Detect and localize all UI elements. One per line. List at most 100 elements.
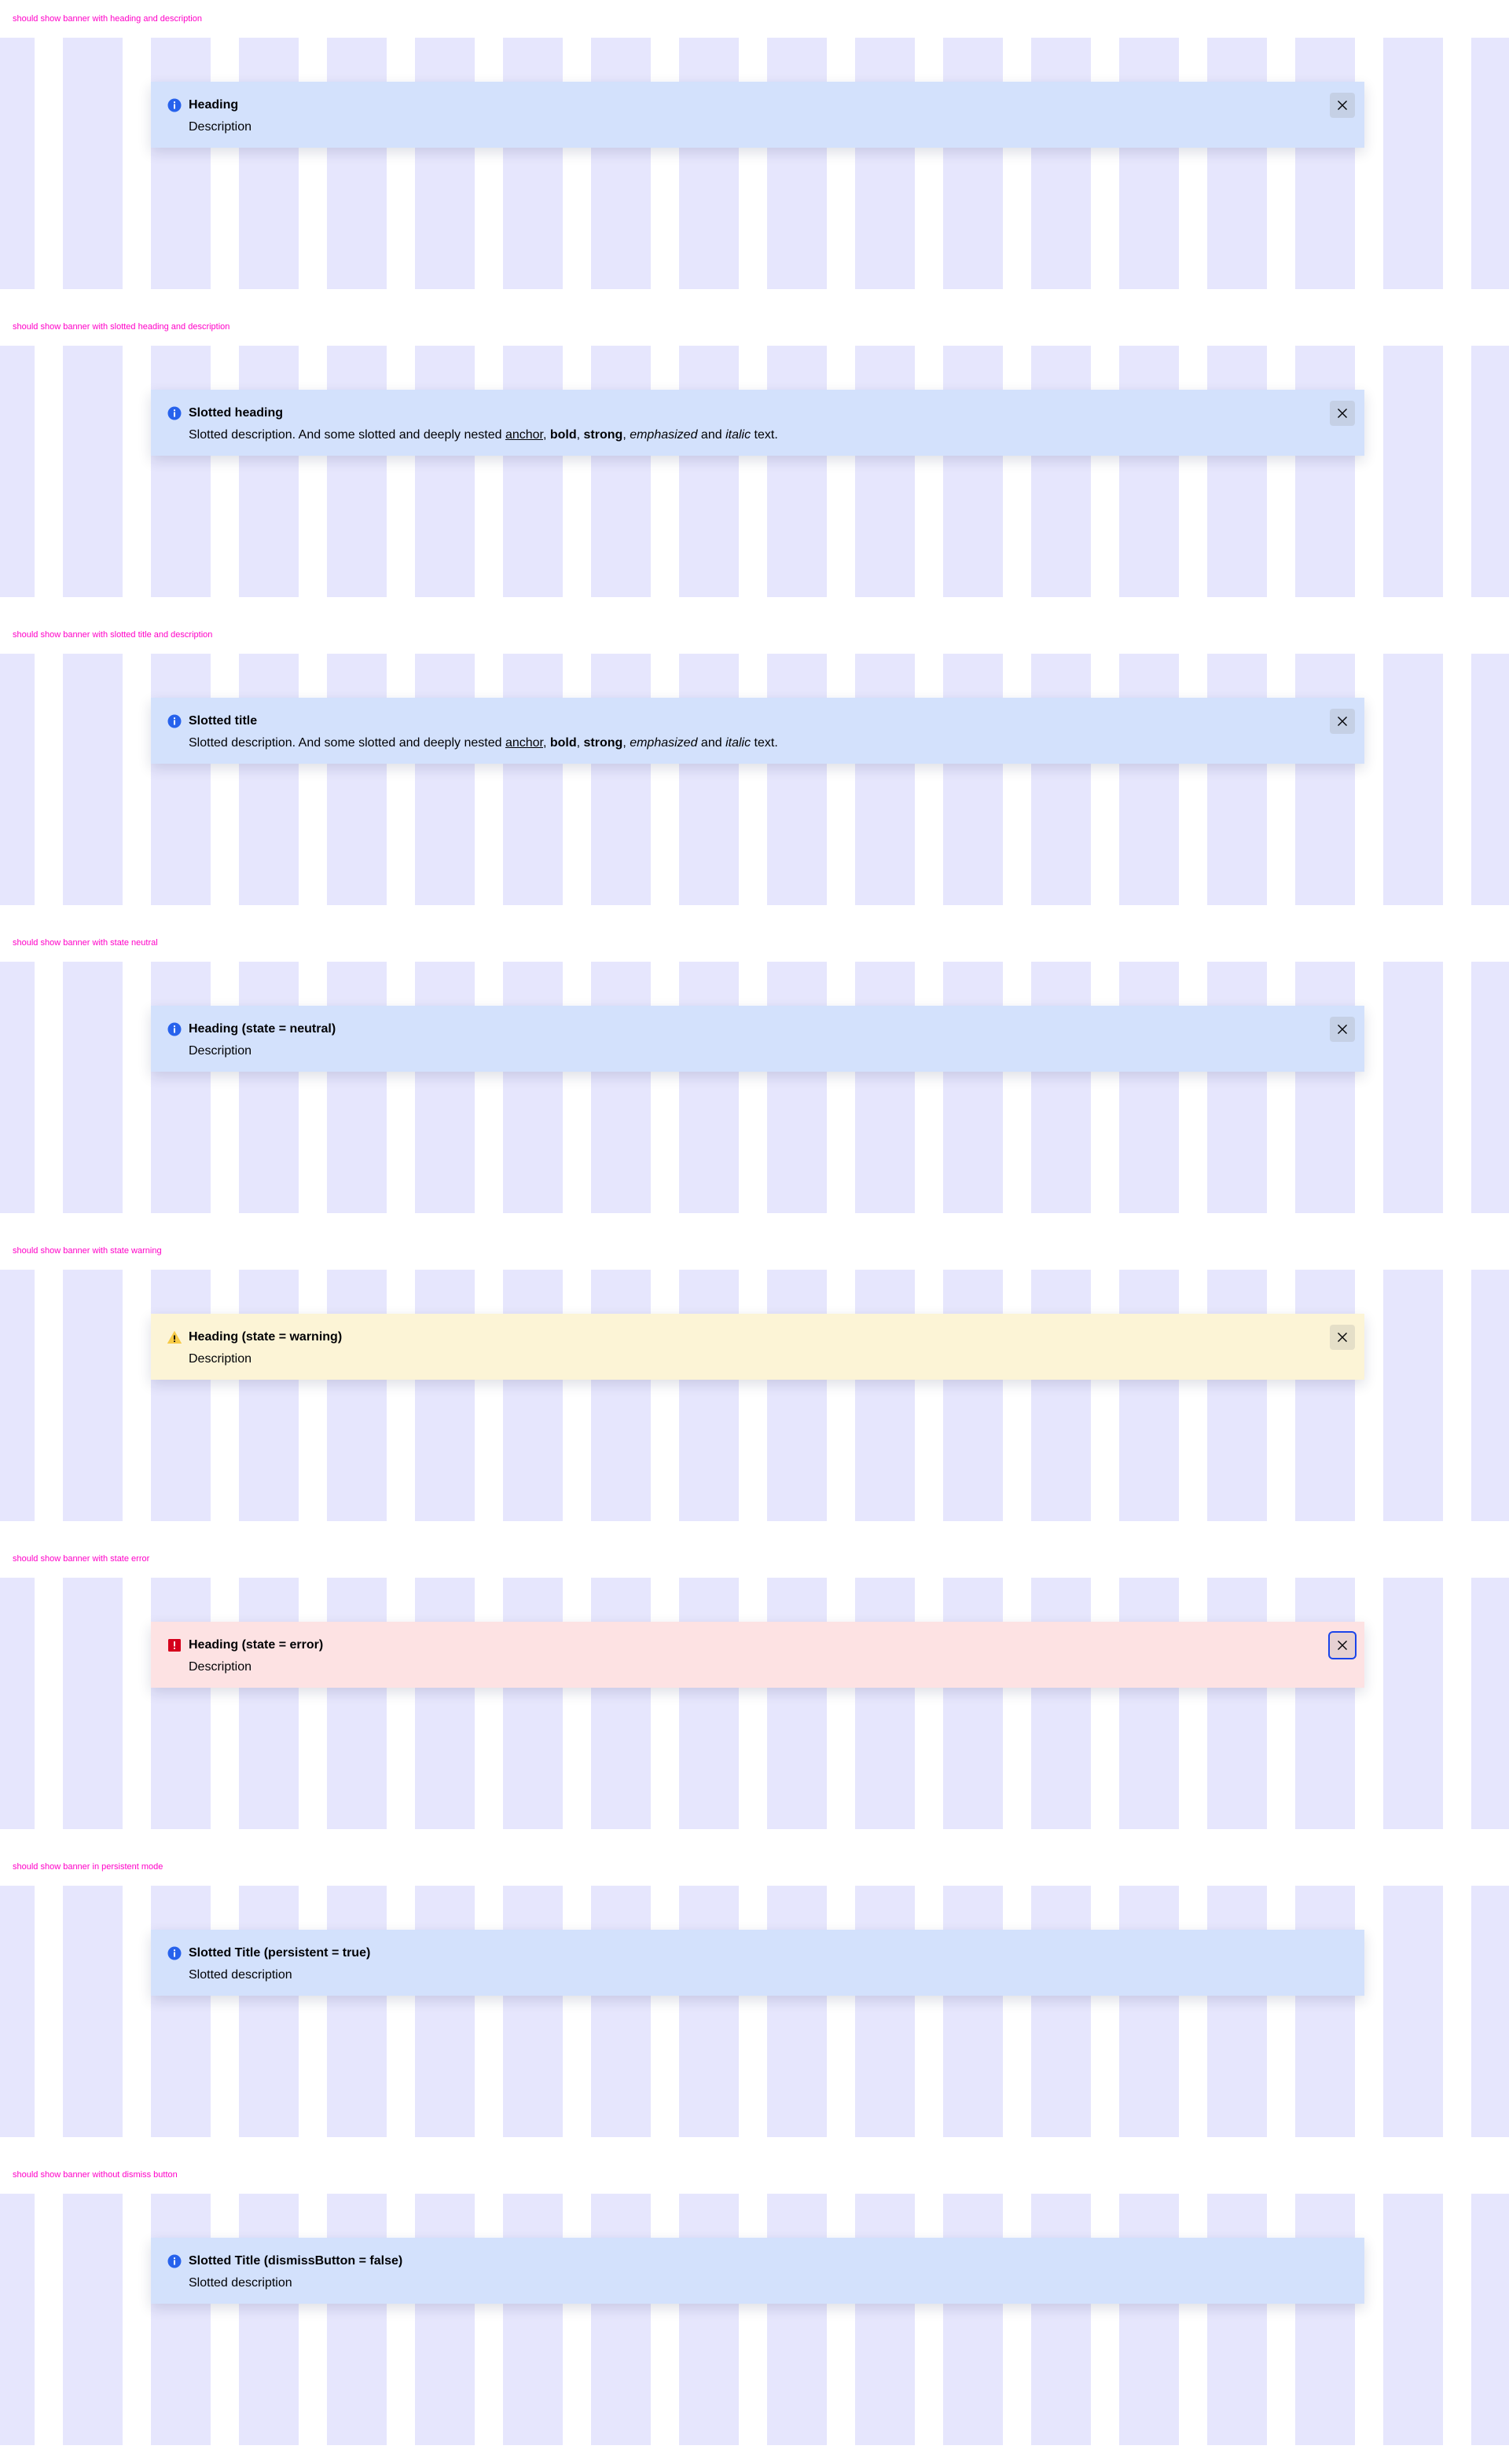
grid-column [1383, 2194, 1443, 2445]
description-italic: italic [725, 428, 751, 442]
layout-grid [0, 1578, 1509, 1829]
grid-column [503, 38, 563, 289]
grid-column [327, 1270, 387, 1521]
grid-column [1471, 962, 1509, 1213]
grid-column [767, 962, 827, 1213]
banner-description: Slotted description [189, 1968, 292, 1982]
grid-column [1383, 962, 1443, 1213]
banner: Heading (state = neutral) Description [151, 1006, 1364, 1072]
grid-column [1031, 654, 1091, 905]
grid-column [679, 346, 739, 597]
dismiss-button[interactable] [1330, 1325, 1355, 1350]
grid-column [767, 1578, 827, 1829]
description-text: , [576, 428, 584, 442]
grid-column [943, 1886, 1003, 2137]
grid-column [1119, 1578, 1179, 1829]
banner-description: Slotted description. And some slotted an… [189, 426, 778, 445]
grid-column [63, 38, 123, 289]
grid-column [0, 1578, 35, 1829]
close-icon [1338, 1025, 1347, 1034]
grid-column [855, 962, 915, 1213]
grid-column [0, 2194, 35, 2445]
section-title: should show banner with slotted heading … [13, 322, 230, 332]
grid-column [1471, 1270, 1509, 1521]
grid-column [1119, 654, 1179, 905]
banner-heading: Slotted title [189, 714, 258, 728]
banner-heading: Slotted Title (dismissButton = false) [189, 2254, 403, 2268]
grid-column [1295, 654, 1355, 905]
test-section-persistent-mode: should show banner in persistent mode Sl… [0, 1848, 1509, 2156]
layout-grid [0, 962, 1509, 1213]
grid-column [855, 1270, 915, 1521]
close-icon [1338, 1641, 1347, 1650]
grid-column [943, 38, 1003, 289]
grid-column [239, 654, 299, 905]
close-icon [1338, 717, 1347, 726]
grid-column [0, 38, 35, 289]
grid-column [327, 654, 387, 905]
grid-column [1295, 38, 1355, 289]
dismiss-button[interactable] [1330, 401, 1355, 426]
grid-column [767, 1270, 827, 1521]
grid-column [1119, 346, 1179, 597]
grid-column [0, 1886, 35, 2137]
description-italic: italic [725, 736, 751, 750]
grid-column [1471, 38, 1509, 289]
grid-column [239, 1578, 299, 1829]
close-icon [1338, 101, 1347, 110]
grid-column [1207, 962, 1267, 1213]
description-text: and [697, 736, 726, 750]
grid-column [943, 962, 1003, 1213]
description-text: text. [751, 736, 778, 750]
dismiss-button[interactable] [1330, 1633, 1355, 1658]
grid-column [591, 654, 651, 905]
grid-column [943, 346, 1003, 597]
banner-heading: Heading (state = error) [189, 1638, 324, 1652]
grid-column [239, 2194, 299, 2445]
information-icon [167, 405, 182, 421]
grid-column [591, 1270, 651, 1521]
grid-column [1207, 654, 1267, 905]
grid-column [855, 1886, 915, 2137]
grid-column [1383, 1270, 1443, 1521]
grid-column [503, 1270, 563, 1521]
grid-column [239, 346, 299, 597]
banner-description: Description [189, 1352, 252, 1366]
description-anchor-link[interactable]: anchor [505, 428, 543, 442]
grid-column [855, 346, 915, 597]
grid-column [1031, 1578, 1091, 1829]
grid-column [503, 1578, 563, 1829]
grid-column [239, 962, 299, 1213]
information-icon [167, 713, 182, 729]
layout-grid [0, 1270, 1509, 1521]
test-section-state-neutral: should show banner with state neutral He… [0, 924, 1509, 1232]
dismiss-button[interactable] [1330, 1017, 1355, 1042]
grid-column [151, 1578, 211, 1829]
grid-column [503, 654, 563, 905]
grid-column [327, 2194, 387, 2445]
grid-column [151, 962, 211, 1213]
banner-heading: Heading [189, 98, 239, 112]
grid-column [1031, 346, 1091, 597]
grid-column [1031, 2194, 1091, 2445]
close-icon [1338, 1333, 1347, 1342]
grid-column [63, 1270, 123, 1521]
grid-column [767, 38, 827, 289]
grid-column [679, 1578, 739, 1829]
grid-column [1207, 1886, 1267, 2137]
grid-column [151, 2194, 211, 2445]
dismiss-button[interactable] [1330, 93, 1355, 118]
banner: Slotted Title (dismissButton = false) Sl… [151, 2238, 1364, 2304]
grid-column [1119, 962, 1179, 1213]
grid-column [1207, 1578, 1267, 1829]
description-anchor-link[interactable]: anchor [505, 736, 543, 750]
dismiss-button[interactable] [1330, 709, 1355, 734]
test-section-slotted-heading-and-description: should show banner with slotted heading … [0, 308, 1509, 616]
grid-column [1295, 1578, 1355, 1829]
grid-column [151, 38, 211, 289]
banner-heading: Slotted heading [189, 406, 283, 420]
exclamation-icon [167, 1637, 182, 1653]
description-text: , [542, 428, 550, 442]
grid-column [63, 346, 123, 597]
description-text: , [622, 736, 630, 750]
